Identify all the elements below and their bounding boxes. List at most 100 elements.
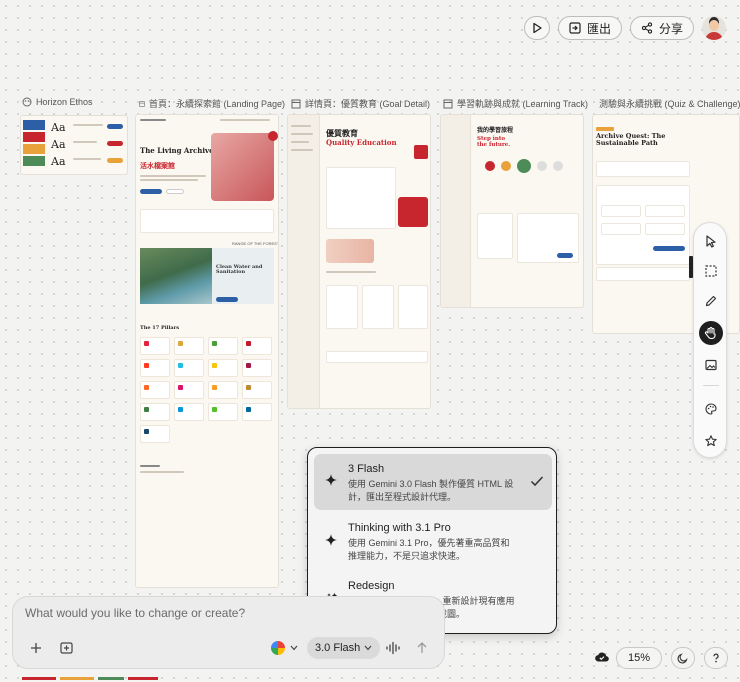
pillar-icon bbox=[246, 363, 251, 368]
chevron-down-icon bbox=[364, 645, 372, 651]
dark-mode-toggle[interactable] bbox=[671, 647, 695, 669]
pillar-card bbox=[242, 381, 272, 399]
milestone bbox=[517, 159, 531, 173]
export-button[interactable]: 匯出 bbox=[557, 16, 622, 40]
pillar-card bbox=[242, 359, 272, 377]
swatch bbox=[23, 156, 45, 166]
landing-hero-title-zh: 活水檔案館 bbox=[140, 161, 175, 170]
pillar-card bbox=[208, 337, 238, 355]
frame-goal[interactable]: 優質教育 Quality Education bbox=[287, 114, 431, 409]
frame-landing[interactable]: The Living Archive 活水檔案館 RANGE OF THE FO… bbox=[135, 114, 279, 588]
add-frame-icon bbox=[59, 642, 73, 654]
theme-picker[interactable] bbox=[266, 637, 302, 659]
voice-button[interactable] bbox=[382, 637, 404, 659]
swatch bbox=[23, 120, 45, 130]
model-selector[interactable]: 3.0 Flash bbox=[307, 637, 381, 659]
swatch bbox=[23, 132, 45, 142]
sample-button bbox=[107, 141, 123, 146]
theme-tool[interactable] bbox=[699, 397, 723, 421]
frame-label-track[interactable]: 學習軌跡與成就 (Learning Track) bbox=[443, 97, 589, 110]
pillar-card bbox=[242, 403, 272, 421]
stat-card bbox=[398, 197, 428, 227]
favorite-tool[interactable] bbox=[699, 429, 723, 453]
frame-label-quiz[interactable]: 測驗與永續挑戰 (Quiz & Challenge) bbox=[595, 97, 740, 110]
pillar-card bbox=[208, 403, 238, 421]
frame-label-goal[interactable]: 詳情頁：優質教育 (Goal Detail) bbox=[291, 97, 435, 110]
pillar-icon bbox=[144, 363, 149, 368]
export-icon bbox=[569, 22, 581, 34]
track-hero-en: Step into the future. bbox=[477, 136, 511, 148]
model-option-flash[interactable]: 3 Flash 使用 Gemini 3.0 Flash 製作優質 HTML 設計… bbox=[314, 454, 552, 510]
draw-tool[interactable] bbox=[699, 289, 723, 313]
strip bbox=[22, 677, 56, 680]
track-hero-zh: 我的學習旅程 bbox=[477, 127, 514, 134]
pillar-icon bbox=[246, 341, 251, 346]
model-option-desc: 使用 Gemini 3.1 Pro，優先著重高品質和推理能力，不是只追求快速。 bbox=[348, 538, 510, 561]
select-tool[interactable] bbox=[699, 229, 723, 253]
add-button[interactable] bbox=[25, 637, 47, 659]
avatar[interactable] bbox=[702, 16, 726, 40]
add-screen-button[interactable] bbox=[55, 637, 77, 659]
secondary-button bbox=[166, 189, 184, 194]
frame-track[interactable]: 我的學習旅程 Step into the future. bbox=[440, 114, 584, 308]
frame-icon bbox=[443, 99, 453, 108]
tag bbox=[596, 127, 614, 131]
model-option-title: Redesign bbox=[348, 580, 395, 592]
goal-badge bbox=[414, 145, 428, 159]
frame-label-landing[interactable]: 首頁：永續探索館 (Landing Page) bbox=[139, 97, 285, 110]
pillar-card bbox=[140, 381, 170, 399]
play-button[interactable] bbox=[523, 16, 550, 40]
milestone bbox=[553, 161, 563, 171]
goal-hero-zh: 優質教育 bbox=[326, 128, 358, 138]
pillar-icon bbox=[178, 407, 183, 412]
feature-image bbox=[326, 239, 374, 263]
prompt-box: 3.0 Flash bbox=[12, 596, 445, 669]
pillar-icon bbox=[246, 407, 251, 412]
frame-icon bbox=[139, 100, 145, 107]
help-button[interactable] bbox=[704, 647, 728, 669]
hand-icon bbox=[704, 326, 716, 340]
milestone bbox=[537, 161, 547, 171]
type-sample: Aa bbox=[51, 138, 66, 151]
color-wheel-icon bbox=[271, 641, 285, 655]
share-label: 分享 bbox=[658, 21, 683, 36]
submit-button bbox=[557, 253, 573, 258]
top-bar: 匯出 分享 bbox=[523, 16, 726, 40]
frame-ethos[interactable]: Aa Aa Aa bbox=[20, 115, 128, 175]
toolbar-handle[interactable] bbox=[689, 256, 693, 278]
frame-label-ethos[interactable]: Horizon Ethos bbox=[22, 97, 132, 107]
pillar-card bbox=[208, 359, 238, 377]
cloud-status[interactable] bbox=[594, 650, 610, 669]
model-option-pro[interactable]: Thinking with 3.1 Pro 使用 Gemini 3.1 Pro，… bbox=[314, 512, 552, 568]
milestone bbox=[485, 161, 495, 171]
send-button[interactable] bbox=[411, 637, 433, 659]
frame-icon bbox=[291, 99, 301, 108]
cursor-icon bbox=[706, 235, 716, 248]
waterfall-image bbox=[140, 248, 212, 304]
next-question-button bbox=[653, 246, 685, 251]
pillar-card bbox=[208, 381, 238, 399]
pillar-card bbox=[242, 337, 272, 355]
explore-button bbox=[140, 189, 162, 194]
star-icon bbox=[705, 435, 717, 447]
pillar-card bbox=[140, 403, 170, 421]
zoom-level[interactable]: 15% bbox=[616, 647, 662, 669]
sample-button bbox=[107, 124, 123, 129]
export-label: 匯出 bbox=[586, 21, 611, 36]
pillar-icon bbox=[144, 429, 149, 434]
type-sample: Aa bbox=[51, 121, 66, 134]
share-button[interactable]: 分享 bbox=[629, 16, 694, 40]
image-tool[interactable] bbox=[699, 353, 723, 377]
pillar-icon bbox=[144, 407, 149, 412]
palette-icon bbox=[705, 403, 717, 415]
hand-tool[interactable] bbox=[699, 321, 723, 345]
landing-hero-title: The Living Archive bbox=[140, 146, 214, 155]
pencil-icon bbox=[705, 295, 717, 307]
strip bbox=[128, 677, 158, 680]
pillar-card bbox=[140, 337, 170, 355]
prompt-input[interactable] bbox=[25, 606, 425, 620]
pillar-card bbox=[174, 337, 204, 355]
sparkle-icon bbox=[325, 474, 337, 486]
marquee-tool[interactable] bbox=[699, 259, 723, 283]
model-option-title: Thinking with 3.1 Pro bbox=[348, 522, 451, 534]
